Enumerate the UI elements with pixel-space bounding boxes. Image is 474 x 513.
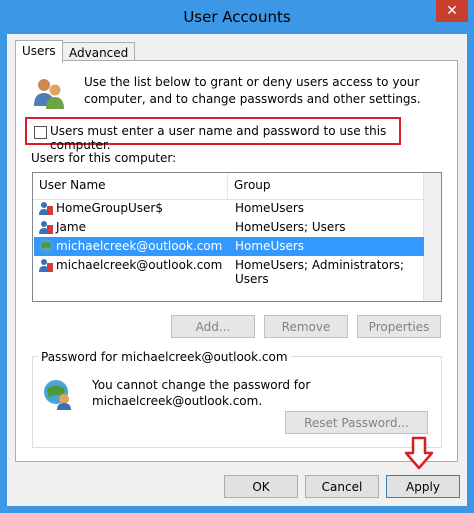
apply-button[interactable]: Apply xyxy=(386,475,460,498)
properties-button[interactable]: Properties xyxy=(357,315,441,338)
table-row-selected[interactable]: michaelcreek@outlook.com HomeUsers xyxy=(34,237,424,256)
password-message-line1: You cannot change the password for xyxy=(92,378,311,392)
tab-users[interactable]: Users xyxy=(15,40,63,63)
cancel-button[interactable]: Cancel xyxy=(305,475,379,498)
list-header: User Name Group xyxy=(33,173,425,200)
user-name-cell: Jame xyxy=(56,220,86,234)
group-cell: HomeUsers; Users xyxy=(235,220,346,234)
require-login-checkbox[interactable] xyxy=(34,126,47,139)
intro-text: Use the list below to grant or deny user… xyxy=(84,75,421,106)
user-globe-icon xyxy=(39,239,53,253)
users-section-label: Users for this computer: xyxy=(31,151,177,165)
add-user-button[interactable]: Add... xyxy=(171,315,255,338)
group-cell: HomeUsers xyxy=(235,201,305,215)
user-icon xyxy=(39,221,53,234)
password-group-label: Password for michaelcreek@outlook.com xyxy=(38,350,291,364)
window-title: User Accounts xyxy=(183,8,291,26)
user-icon xyxy=(39,202,53,215)
table-row[interactable]: Jame HomeUsers; Users xyxy=(34,218,424,237)
red-down-arrow-icon xyxy=(404,436,434,470)
users-list[interactable]: User Name Group HomeGroupUser$ HomeUsers… xyxy=(32,172,442,302)
user-accounts-window: User Accounts ✕ Users Advanced Use the l… xyxy=(0,0,474,513)
column-header-user-name[interactable]: User Name xyxy=(39,178,106,192)
list-scrollbar[interactable] xyxy=(423,173,441,301)
reset-password-button[interactable]: Reset Password... xyxy=(285,411,428,434)
group-cell: HomeUsers xyxy=(235,239,305,253)
column-divider[interactable] xyxy=(227,173,228,199)
table-row[interactable]: HomeGroupUser$ HomeUsers xyxy=(34,199,424,218)
title-bar[interactable]: User Accounts ✕ xyxy=(0,0,474,34)
user-name-cell: HomeGroupUser$ xyxy=(56,201,163,215)
user-name-cell: michaelcreek@outlook.com xyxy=(56,258,223,272)
password-message: You cannot change the password for micha… xyxy=(92,377,310,409)
table-row[interactable]: michaelcreek@outlook.com HomeUsers; Admi… xyxy=(34,256,424,286)
password-message-line2: michaelcreek@outlook.com. xyxy=(92,394,263,408)
close-button[interactable]: ✕ xyxy=(436,0,468,22)
user-globe-icon xyxy=(44,380,71,410)
user-name-cell: michaelcreek@outlook.com xyxy=(56,239,223,253)
require-login-highlight: Users must enter a user name and passwor… xyxy=(25,117,401,152)
require-login-label[interactable]: Users must enter a user name and passwor… xyxy=(50,124,399,152)
remove-user-button[interactable]: Remove xyxy=(264,315,348,338)
user-icon xyxy=(39,259,53,272)
column-header-group[interactable]: Group xyxy=(234,178,271,192)
ok-button[interactable]: OK xyxy=(224,475,298,498)
group-cell: HomeUsers; Administrators; Users xyxy=(235,258,404,286)
users-icon xyxy=(34,79,64,109)
